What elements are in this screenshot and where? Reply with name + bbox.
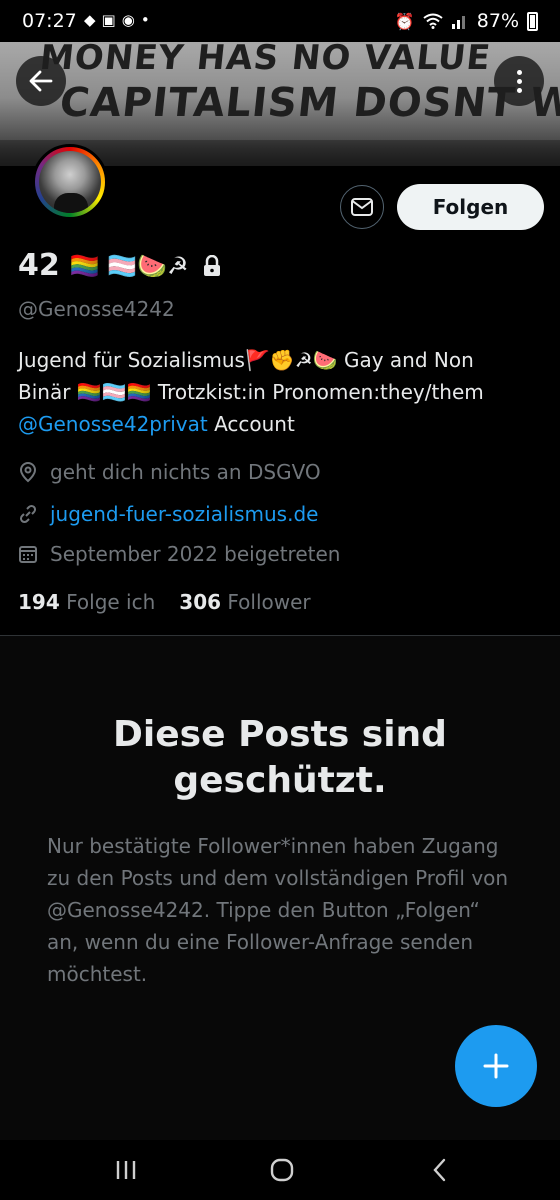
battery-icon xyxy=(527,11,538,31)
chevron-left-icon xyxy=(433,1158,446,1182)
status-bar: 07:27 ◆ ▣ ◉ • ⏰ 87% xyxy=(0,0,560,42)
follow-counts: 194 Folge ich 306 Follower xyxy=(18,590,311,614)
profile-location: geht dich nichts an DSGVO xyxy=(18,460,321,484)
protected-description: Nur bestätigte Follower*innen haben Zuga… xyxy=(47,834,509,986)
recent-apps-icon xyxy=(116,1161,136,1179)
lock-icon xyxy=(203,254,220,276)
banner-text-line2: CAPITALISM DOSNT WORK! xyxy=(57,80,560,126)
joined-text: September 2022 beigetreten xyxy=(50,542,341,566)
spotify-icon: ◉ xyxy=(121,11,135,29)
follow-button[interactable]: Folgen xyxy=(397,184,544,230)
followers-count-link[interactable]: 306 Follower xyxy=(179,590,310,614)
calendar-icon xyxy=(19,546,37,563)
bio-mention-suffix: Account xyxy=(207,412,295,436)
protected-title: Diese Posts sind geschützt. xyxy=(113,714,447,801)
following-label: Folge ich xyxy=(66,590,156,614)
more-options-button[interactable] xyxy=(494,56,544,106)
profile-website[interactable]: jugend-fuer-sozialismus.de xyxy=(18,502,318,526)
wifi-icon xyxy=(423,13,443,29)
home-icon xyxy=(270,1158,294,1182)
followers-label: Follower xyxy=(227,590,311,614)
link-icon xyxy=(19,504,37,524)
following-count: 194 xyxy=(18,590,60,614)
gallery-icon: ▣ xyxy=(101,11,116,29)
system-nav-bar xyxy=(0,1140,560,1200)
more-vertical-icon xyxy=(516,69,522,93)
banner-text-line1: MONEY HAS NO VALUE xyxy=(37,42,493,78)
alarm-icon: ⏰ xyxy=(394,11,415,31)
plus-icon xyxy=(483,1053,509,1079)
avatar[interactable] xyxy=(32,144,108,220)
profile-handle: @Genosse4242 xyxy=(18,297,175,321)
compose-button[interactable] xyxy=(455,1025,537,1107)
recent-apps-button[interactable] xyxy=(106,1152,146,1188)
website-link[interactable]: jugend-fuer-sozialismus.de xyxy=(50,502,318,526)
profile-bio: Jugend für Sozialismus🚩✊☭🍉 Gay and Non B… xyxy=(18,344,548,440)
bio-line: @Genosse42privat Account xyxy=(18,408,548,440)
bio-mention-link[interactable]: @Genosse42privat xyxy=(18,412,208,436)
dot-icon: • xyxy=(140,11,150,29)
display-name: 42 xyxy=(18,248,60,283)
dropbox-icon: ◆ xyxy=(84,11,96,29)
avatar-image xyxy=(39,151,101,213)
home-button[interactable] xyxy=(262,1152,302,1188)
display-name-emojis: 🏳️‍🌈 🏳️‍⚧️🍉☭ xyxy=(69,251,189,280)
location-pin-icon xyxy=(19,461,37,483)
location-text: geht dich nichts an DSGVO xyxy=(50,460,321,484)
battery-percent: 87% xyxy=(476,10,519,32)
followers-count: 306 xyxy=(179,590,222,614)
display-name-row: 42 🏳️‍🌈 🏳️‍⚧️🍉☭ xyxy=(18,248,221,283)
bio-line: Jugend für Sozialismus🚩✊☭🍉 Gay and Non xyxy=(18,348,474,372)
status-right: ⏰ 87% xyxy=(395,10,538,32)
notification-icons: ◆ ▣ ◉ • xyxy=(84,11,150,29)
following-count-link[interactable]: 194 Folge ich xyxy=(18,590,155,614)
message-button[interactable] xyxy=(340,185,384,229)
status-time: 07:27 xyxy=(22,10,77,32)
mail-icon xyxy=(351,198,373,216)
back-button[interactable] xyxy=(16,56,66,106)
profile-joined: September 2022 beigetreten xyxy=(18,542,340,566)
bio-line: Binär 🏳️‍🌈🏳️‍⚧️🏳️‍🌈 Trotzkist:in Pronome… xyxy=(18,380,484,404)
arrow-left-icon xyxy=(29,70,53,92)
signal-icon xyxy=(451,16,465,29)
system-back-button[interactable] xyxy=(420,1152,460,1188)
